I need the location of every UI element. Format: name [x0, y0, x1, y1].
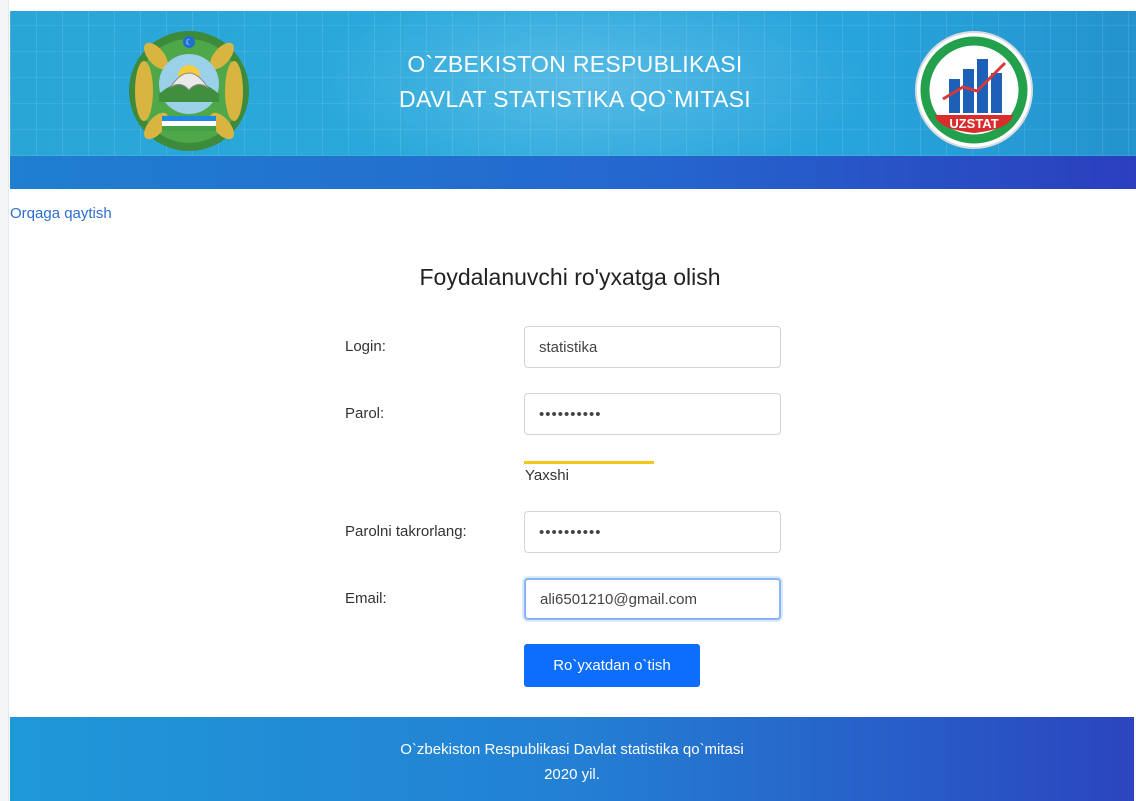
password-label: Parol: — [345, 405, 385, 422]
email-input[interactable] — [524, 578, 781, 620]
password-confirm-label: Parolni takrorlang: — [345, 523, 467, 540]
page-left-border — [0, 0, 9, 801]
login-label: Login: — [345, 338, 386, 355]
header-title-line1: O`ZBEKISTON RESPUBLIKASI — [407, 51, 743, 77]
register-button[interactable]: Ro`yxatdan o`tish — [524, 644, 700, 687]
header-title-line2: DAVLAT STATISTIKA QO`MITASI — [399, 86, 751, 112]
uzstat-logo-icon: UZSTAT — [915, 31, 1033, 149]
password-strength-label: Yaxshi — [525, 467, 569, 484]
state-emblem-icon: ☾ — [129, 31, 249, 151]
password-strength-bar — [524, 461, 654, 464]
header-title: O`ZBEKISTON RESPUBLIKASI DAVLAT STATISTI… — [340, 47, 810, 117]
email-label: Email: — [345, 590, 387, 607]
footer-year: 2020 yil. — [544, 766, 600, 783]
site-footer: O`zbekiston Respublikasi Davlat statisti… — [10, 717, 1134, 801]
header-band — [10, 156, 1136, 189]
site-header: ☾ O`ZBEKISTON RESPUBLIKASI DAVLAT STATIS… — [10, 11, 1136, 189]
uzstat-label: UZSTAT — [949, 116, 998, 131]
password-confirm-input[interactable] — [524, 511, 781, 553]
password-input[interactable] — [524, 393, 781, 435]
back-link[interactable]: Orqaga qaytish — [10, 205, 112, 222]
svg-text:☾: ☾ — [185, 38, 192, 47]
footer-organization: O`zbekiston Respublikasi Davlat statisti… — [400, 741, 744, 758]
form-title: Foydalanuvchi ro'yxatga olish — [419, 264, 721, 290]
login-input[interactable] — [524, 326, 781, 368]
